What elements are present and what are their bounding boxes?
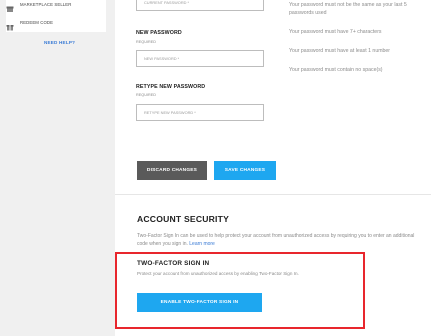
- learn-more-link[interactable]: Learn more: [189, 241, 215, 247]
- need-help-link[interactable]: NEED HELP?: [44, 40, 75, 45]
- two-factor-description: Protect your account from unauthorized a…: [137, 271, 299, 276]
- sidebar-item-marketplace-seller[interactable]: MARKETPLACE SELLER: [6, 0, 72, 12]
- sidebar-item-label: REDEEM CODE: [20, 19, 54, 25]
- current-password-field[interactable]: CURRENT PASSWORD *: [136, 0, 264, 11]
- rule-text: Your password must have 7+ characters: [289, 29, 382, 35]
- gift-icon: [6, 18, 14, 31]
- save-changes-button[interactable]: SAVE CHANGES: [214, 161, 276, 180]
- retype-password-field[interactable]: RETYPE NEW PASSWORD *: [136, 104, 264, 121]
- sidebar-item-label: MARKETPLACE SELLER: [20, 1, 72, 7]
- new-password-field[interactable]: NEW PASSWORD *: [136, 50, 264, 67]
- retype-password-label: RETYPE NEW PASSWORD: [136, 84, 206, 90]
- account-security-title: ACCOUNT SECURITY: [137, 214, 230, 224]
- new-password-required: REQUIRED: [136, 40, 157, 44]
- sidebar-item-redeem-code[interactable]: REDEEM CODE: [6, 16, 54, 31]
- rule-text: Your password must contain no space(s): [289, 67, 383, 73]
- security-desc-line1: Two-Factor Sign In can be used to help p…: [137, 233, 392, 239]
- enable-two-factor-button[interactable]: ENABLE TWO-FACTOR SIGN IN: [137, 293, 262, 312]
- rule-text: Your password must have at least 1 numbe…: [289, 48, 391, 54]
- storefront-icon: [6, 0, 14, 12]
- retype-password-required: REQUIRED: [136, 93, 157, 97]
- rule-text: Your password must not be the same as yo…: [289, 2, 407, 8]
- two-factor-title: TWO-FACTOR SIGN IN: [137, 260, 210, 267]
- sidebar: MARKETPLACE SELLER REDEEM CODE NEED HELP…: [0, 0, 109, 336]
- new-password-label: NEW PASSWORD: [136, 30, 182, 36]
- rule-text: passwords used: [289, 10, 327, 16]
- account-security-description: Two-Factor Sign In can be used to help p…: [137, 233, 420, 248]
- discard-changes-button[interactable]: DISCARD CHANGES: [137, 161, 207, 180]
- section-divider: [115, 194, 431, 195]
